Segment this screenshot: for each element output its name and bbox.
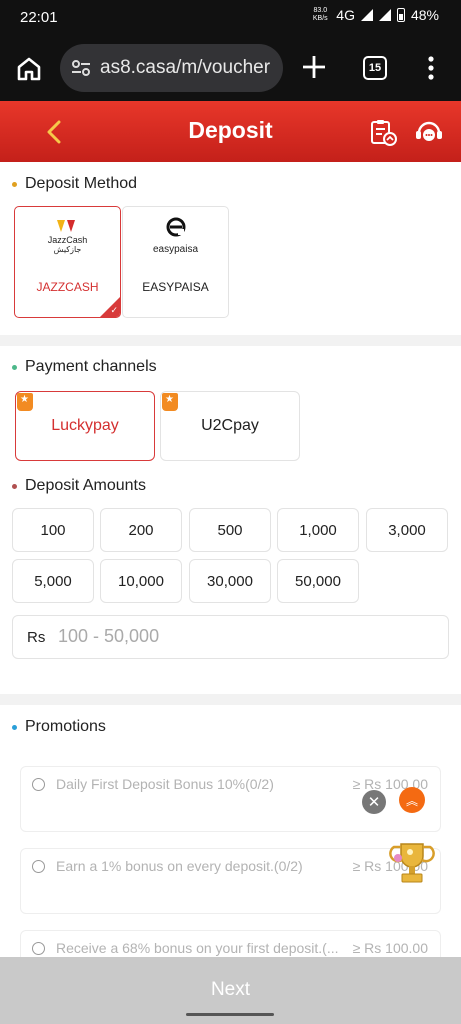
address-bar[interactable]: as8.casa/m/voucher bbox=[60, 44, 283, 92]
channel-card-luckypay[interactable]: Luckypay bbox=[15, 391, 155, 461]
promotions-title: Promotions bbox=[12, 718, 106, 736]
amount-button[interactable]: 500 bbox=[189, 508, 271, 552]
deposit-method-title-text: Deposit Method bbox=[25, 175, 138, 192]
close-float-icon[interactable]: ✕ bbox=[362, 790, 386, 814]
deposit-amounts-title-text: Deposit Amounts bbox=[25, 477, 146, 494]
promo-min-amount: ≥ Rs 100.00 bbox=[352, 940, 428, 956]
site-settings-icon[interactable] bbox=[70, 57, 92, 79]
amount-button[interactable]: 5,000 bbox=[12, 559, 94, 603]
customer-service-icon[interactable] bbox=[414, 118, 444, 146]
battery-level: 48% bbox=[410, 7, 439, 23]
easypaisa-logo-icon bbox=[166, 217, 186, 237]
radio-button[interactable] bbox=[32, 942, 45, 955]
amount-input[interactable]: Rs 100 - 50,000 bbox=[12, 615, 449, 659]
browser-toolbar: as8.casa/m/voucher 15 bbox=[0, 36, 461, 101]
more-menu-icon[interactable] bbox=[423, 54, 439, 82]
home-indicator[interactable] bbox=[186, 1013, 274, 1016]
status-time: 22:01 bbox=[20, 9, 58, 26]
url-text[interactable]: as8.casa/m/voucher bbox=[100, 57, 270, 79]
amount-button[interactable]: 200 bbox=[100, 508, 182, 552]
section-dot bbox=[12, 483, 17, 489]
channel-label: U2Cpay bbox=[201, 417, 259, 434]
radio-button[interactable] bbox=[32, 778, 45, 791]
deposit-method-section: Deposit Method JazzCash جازکیش JAZZCASH … bbox=[0, 162, 461, 335]
method-label: JAZZCASH bbox=[36, 280, 99, 294]
section-dot bbox=[12, 724, 17, 730]
promotions-title-text: Promotions bbox=[25, 718, 106, 735]
amount-button[interactable]: 100 bbox=[12, 508, 94, 552]
battery-icon bbox=[396, 8, 405, 22]
currency-prefix: Rs bbox=[27, 629, 46, 646]
deposit-record-icon[interactable] bbox=[368, 117, 398, 147]
amount-button[interactable]: 1,000 bbox=[277, 508, 359, 552]
status-indicators: 83.0 KB/s 4G 48% bbox=[310, 7, 439, 23]
promo-badge-icon bbox=[17, 393, 33, 411]
amount-button[interactable]: 30,000 bbox=[189, 559, 271, 603]
tab-switcher-button[interactable]: 15 bbox=[363, 56, 387, 80]
trophy-icon[interactable] bbox=[389, 838, 435, 886]
new-tab-icon[interactable] bbox=[300, 53, 328, 81]
deposit-amounts-title: Deposit Amounts bbox=[12, 477, 146, 495]
next-label: Next bbox=[210, 979, 251, 1000]
section-dot bbox=[12, 181, 17, 187]
scroll-top-icon[interactable]: ︽ bbox=[399, 787, 425, 813]
jazzcash-logo-sub: جازکیش bbox=[53, 245, 82, 254]
check-icon: ✓ bbox=[110, 305, 118, 315]
payment-channels-title-text: Payment channels bbox=[25, 358, 157, 375]
network-speed: 83.0 KB/s bbox=[310, 7, 330, 23]
promo-text: Receive a 68% bonus on your first deposi… bbox=[56, 940, 339, 956]
jazzcash-logo-icon bbox=[57, 220, 75, 232]
deposit-method-title: Deposit Method bbox=[12, 175, 137, 193]
amount-button[interactable]: 3,000 bbox=[366, 508, 448, 552]
status-bar: 22:01 83.0 KB/s 4G 48% bbox=[0, 0, 461, 36]
home-icon[interactable] bbox=[14, 54, 44, 84]
promo-text: Earn a 1% bonus on every deposit.(0/2) bbox=[56, 858, 303, 874]
network-type: 4G bbox=[336, 7, 355, 23]
channel-label: Luckypay bbox=[51, 417, 119, 434]
next-button[interactable]: Next bbox=[0, 957, 461, 1024]
radio-button[interactable] bbox=[32, 860, 45, 873]
promo-text: Daily First Deposit Bonus 10%(0/2) bbox=[56, 776, 274, 792]
amount-placeholder[interactable]: 100 - 50,000 bbox=[58, 626, 159, 647]
promo-item[interactable]: Earn a 1% bonus on every deposit.(0/2) ≥… bbox=[20, 848, 441, 914]
app-header: Deposit bbox=[0, 101, 461, 162]
method-label: EASYPAISA bbox=[142, 280, 209, 294]
channel-card-u2cpay[interactable]: U2Cpay bbox=[160, 391, 300, 461]
easypaisa-logo-text: easypaisa bbox=[152, 244, 199, 255]
amount-button[interactable]: 50,000 bbox=[277, 559, 359, 603]
signal-icon-2 bbox=[378, 9, 391, 21]
amount-button[interactable]: 10,000 bbox=[100, 559, 182, 603]
method-card-easypaisa[interactable]: easypaisa EASYPAISA bbox=[122, 206, 229, 318]
method-card-jazzcash[interactable]: JazzCash جازکیش JAZZCASH ✓ bbox=[14, 206, 121, 318]
section-dot bbox=[12, 364, 17, 370]
network-speed-value: 83.0 bbox=[313, 7, 328, 14]
signal-icon bbox=[360, 9, 373, 21]
payment-channels-title: Payment channels bbox=[12, 358, 157, 376]
promo-badge-icon bbox=[162, 393, 178, 411]
jazzcash-logo-text: JazzCash bbox=[47, 235, 88, 245]
network-speed-unit: KB/s bbox=[312, 15, 328, 22]
